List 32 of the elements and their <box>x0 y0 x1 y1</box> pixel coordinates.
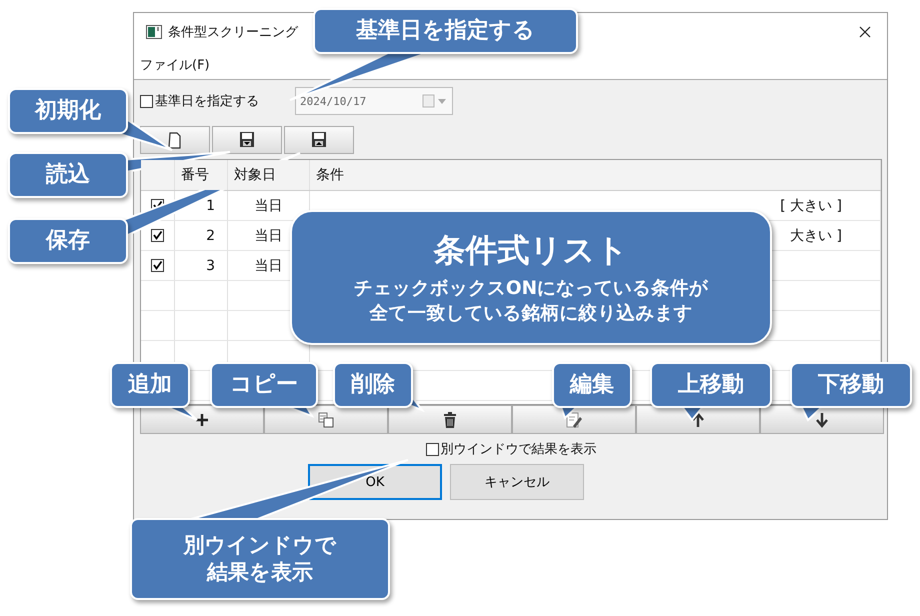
copy-icon <box>317 410 335 428</box>
checkbox-label: 基準日を指定する <box>155 93 259 110</box>
checkbox[interactable] <box>140 94 153 108</box>
calendar-dropdown-icon <box>422 94 448 108</box>
save-button[interactable] <box>284 126 354 154</box>
table-cell: [ 大きい ] <box>780 196 842 214</box>
column-header[interactable]: 番号 <box>175 160 228 190</box>
callout-title: 条件式リスト <box>434 230 628 271</box>
delete-button[interactable] <box>388 405 512 434</box>
cancel-button[interactable]: キャンセル <box>450 464 584 500</box>
table-cell: 大きい ] <box>790 226 842 244</box>
edit-button[interactable] <box>512 405 636 434</box>
callout: 保存 <box>8 218 128 264</box>
trash-can-icon <box>441 410 459 428</box>
table-cell: 3 <box>175 251 228 280</box>
column-header[interactable]: 対象日 <box>228 160 310 190</box>
close-icon <box>859 26 871 38</box>
window-title: 条件型スクリーニング <box>168 24 298 41</box>
callout: 別ウインドウで 結果を表示 <box>130 518 390 600</box>
table-cell: 2 <box>175 221 228 250</box>
row-checkbox[interactable] <box>151 259 164 272</box>
callout-text: チェックボックスONになっている条件が 全て一致している銘柄に絞り込みます <box>354 276 708 326</box>
menu-item[interactable]: ファイル(F) <box>140 56 210 74</box>
callout: 削除 <box>333 362 413 408</box>
down-arrow-icon <box>813 410 831 428</box>
checkbox[interactable] <box>426 442 438 456</box>
row-checkbox[interactable] <box>151 229 164 242</box>
date-field[interactable]: 2024/10/17 <box>295 87 453 115</box>
app-icon <box>146 25 162 39</box>
load-button[interactable] <box>212 126 282 154</box>
checkbox-label: 別ウインドウで結果を表示 <box>440 441 596 458</box>
callout: 基準日を指定する <box>313 8 578 54</box>
